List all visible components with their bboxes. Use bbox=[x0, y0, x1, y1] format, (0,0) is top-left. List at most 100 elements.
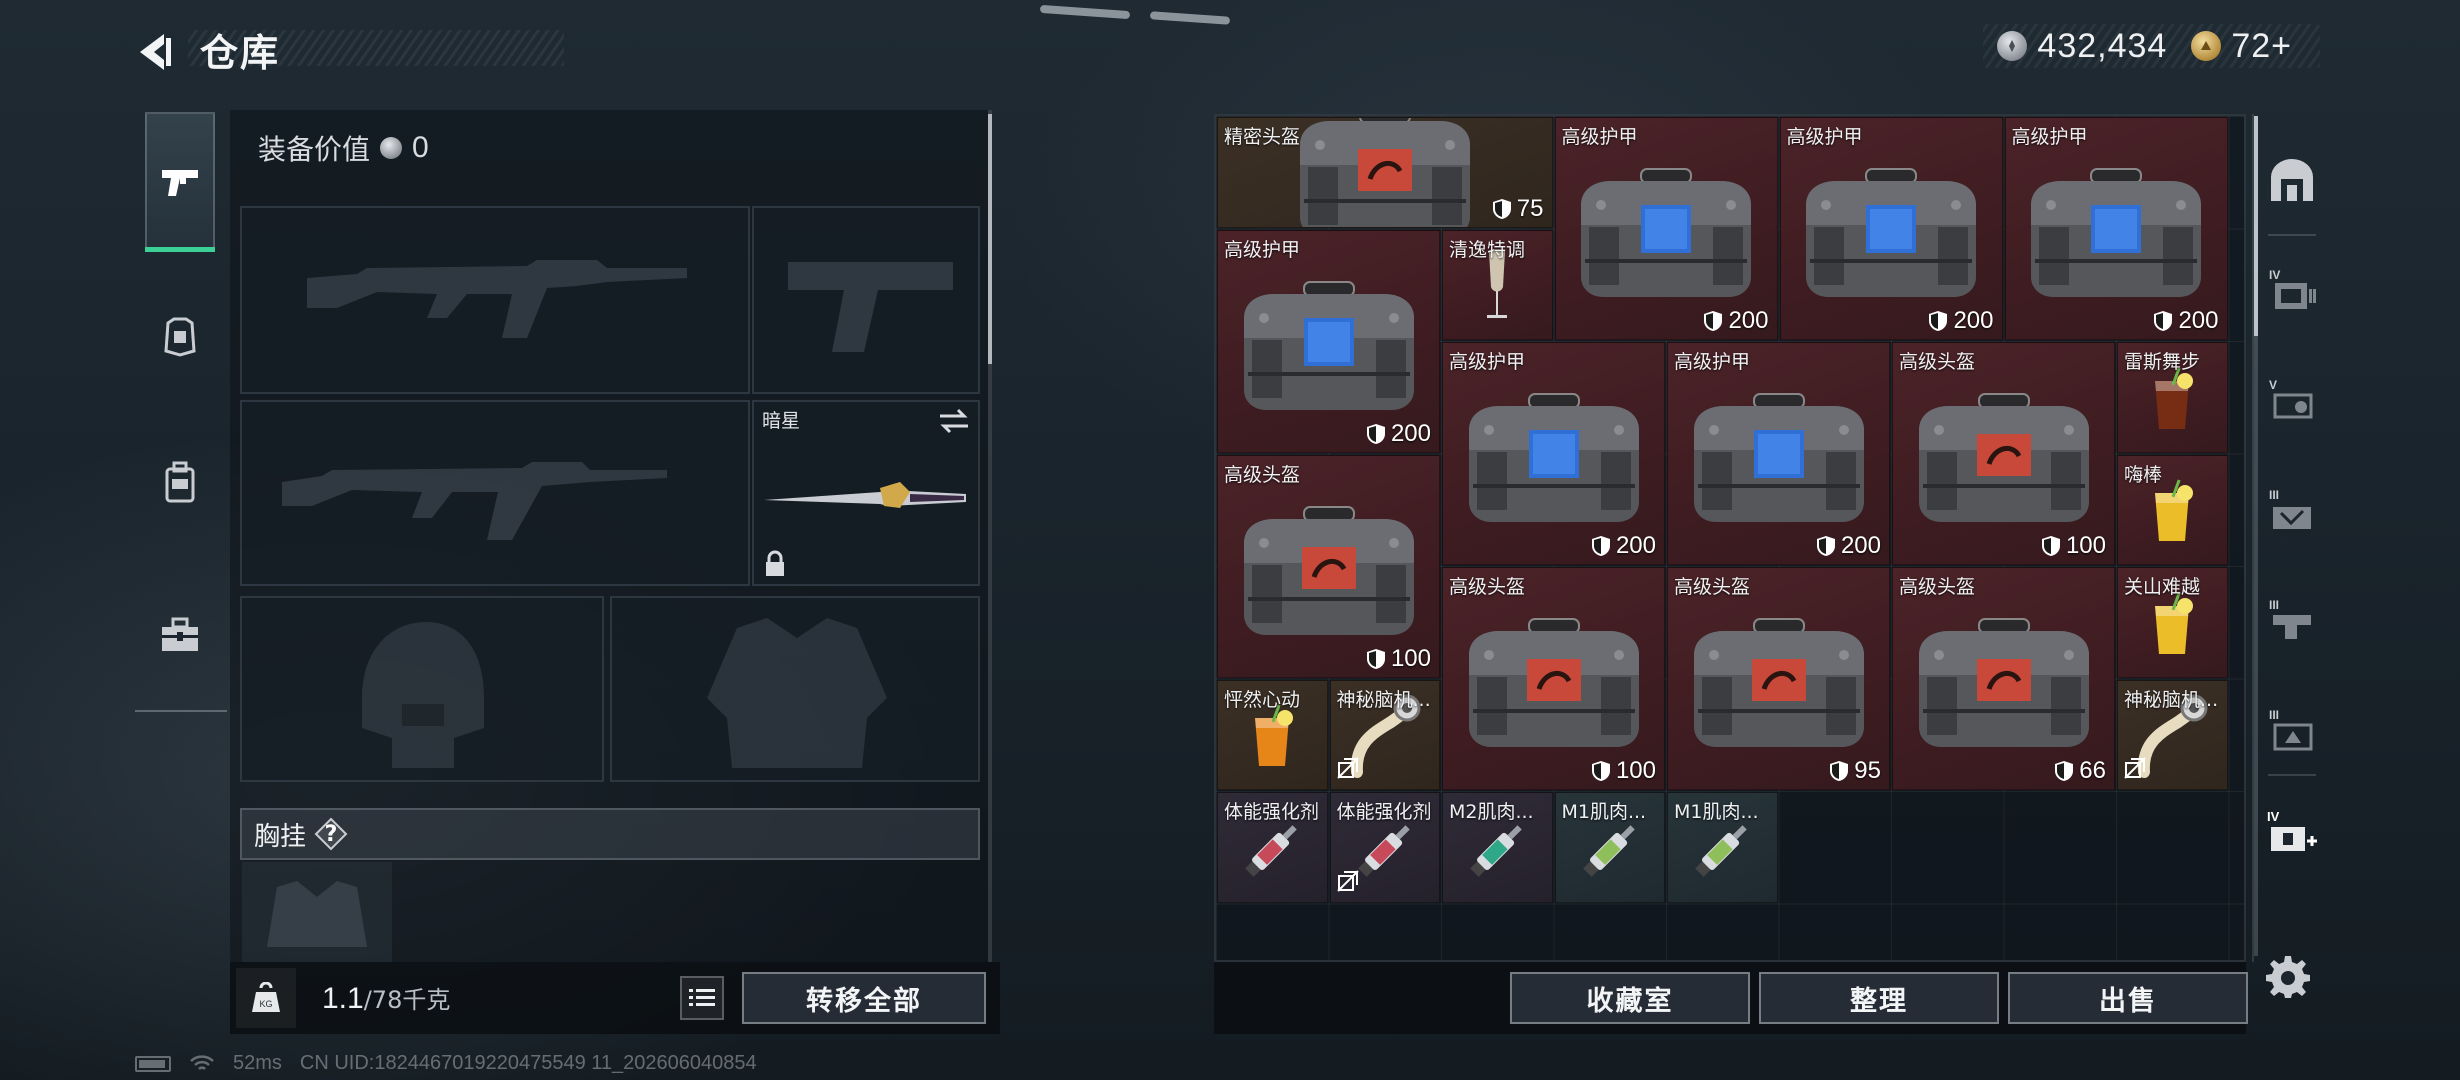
swap-icon[interactable] bbox=[938, 408, 970, 434]
stash-item[interactable]: 体能强化剂 bbox=[1329, 792, 1440, 903]
durability-readout: 200 bbox=[1591, 532, 1656, 560]
list-view-button[interactable] bbox=[680, 976, 724, 1020]
weight-icon: KG bbox=[252, 982, 280, 1012]
stash-item[interactable]: 雷斯舞步 bbox=[2117, 342, 2228, 453]
stash-item[interactable]: M1肌肉... bbox=[1667, 792, 1778, 903]
primary-weapon-slot-2[interactable] bbox=[240, 400, 750, 586]
rtab-v-gun[interactable]: V bbox=[2264, 372, 2320, 428]
tab-separator bbox=[2268, 774, 2316, 776]
durability-value: 200 bbox=[1728, 307, 1769, 334]
stash-item[interactable]: 高级头盔 95 bbox=[1667, 567, 1890, 790]
primary-weapon-slot-1[interactable] bbox=[240, 206, 750, 394]
stash-item[interactable]: M1肌肉... bbox=[1554, 792, 1665, 903]
rtab-iii-case[interactable]: III bbox=[2264, 482, 2320, 538]
lock-icon bbox=[766, 550, 784, 576]
weight-readout: 1.1/78千克 bbox=[322, 980, 450, 1016]
gold-coin-icon bbox=[2191, 31, 2222, 61]
durability-value: 200 bbox=[1953, 307, 1994, 334]
item-image bbox=[2021, 165, 2211, 309]
item-name: 体能强化剂 bbox=[1336, 801, 1432, 823]
helmet-slot[interactable] bbox=[240, 596, 604, 782]
melee-slot[interactable]: 暗星 bbox=[752, 400, 980, 586]
left-category-tabs bbox=[135, 112, 227, 712]
bg-light-stripe bbox=[1149, 11, 1231, 25]
gold-currency-value[interactable]: 72+ bbox=[2231, 27, 2292, 66]
shield-icon bbox=[2041, 535, 2061, 557]
rtab-iv-storage[interactable]: IV bbox=[2264, 262, 2320, 318]
settings-button[interactable] bbox=[2262, 950, 2314, 1002]
back-button[interactable] bbox=[128, 24, 184, 80]
shield-icon bbox=[1591, 760, 1611, 782]
stash-item[interactable]: 嗨棒 bbox=[2117, 454, 2228, 565]
item-name: 高级头盔 bbox=[1224, 463, 1301, 486]
uid-text: CN UID:1824467019220475549 11_2026060408… bbox=[299, 1052, 757, 1074]
svg-text:III: III bbox=[2269, 598, 2279, 612]
sidearm-slot[interactable] bbox=[752, 206, 980, 394]
rtab-iii-box[interactable]: III bbox=[2264, 702, 2320, 758]
durability-value: 100 bbox=[1390, 644, 1431, 672]
help-button[interactable]: ? bbox=[314, 817, 348, 851]
stash-item[interactable]: 清逸特调 bbox=[1442, 229, 1553, 340]
stash-item[interactable]: 神秘脑机... bbox=[1329, 679, 1440, 790]
loadout-scrollbar[interactable] bbox=[988, 114, 992, 364]
stash-item[interactable]: 高级护甲 200 bbox=[1442, 342, 1665, 565]
stash-item[interactable]: 高级头盔 100 bbox=[1442, 567, 1665, 790]
item-name: 神秘脑机... bbox=[2124, 688, 2219, 711]
svg-text:V: V bbox=[2269, 378, 2277, 392]
armor-slot[interactable] bbox=[610, 596, 980, 782]
transfer-all-button[interactable]: 转移全部 bbox=[742, 972, 986, 1024]
list-icon bbox=[689, 989, 715, 1006]
stash-item[interactable]: 关山难越 bbox=[2117, 567, 2228, 678]
case-iii-icon: III bbox=[2269, 488, 2311, 529]
stash-item[interactable]: 高级头盔 66 bbox=[1892, 567, 2115, 790]
stash-item[interactable]: 高级护甲 200 bbox=[1554, 117, 1778, 340]
shield-icon bbox=[1366, 423, 1386, 445]
weight-bar: KG 1.1/78千克 转移全部 bbox=[230, 962, 1000, 1034]
ping-text: 52ms bbox=[233, 1052, 282, 1074]
stash-item[interactable]: 体能强化剂 bbox=[1217, 792, 1328, 903]
rtab-iv-medical[interactable]: IV bbox=[2264, 804, 2320, 860]
stash-item[interactable]: 高级头盔 100 bbox=[1217, 454, 1440, 678]
helmet-bag-icon bbox=[1918, 393, 2089, 523]
durability-readout: 75 bbox=[1492, 195, 1544, 223]
battery-icon bbox=[135, 1055, 171, 1072]
stash-item[interactable]: 怦然心动 bbox=[1217, 679, 1328, 790]
svg-text:III: III bbox=[2269, 488, 2279, 502]
item-name: M2肌肉... bbox=[1449, 801, 1534, 823]
rtab-iii-rack[interactable]: III bbox=[2264, 592, 2320, 648]
tab-backpack[interactable] bbox=[145, 447, 215, 517]
collection-room-button[interactable]: 收藏室 bbox=[1510, 972, 1750, 1024]
equip-value-number: 0 bbox=[412, 131, 429, 164]
rtab-all[interactable] bbox=[2264, 152, 2320, 208]
stash-item[interactable]: 高级护甲 200 bbox=[2004, 117, 2228, 340]
armor-bag-icon bbox=[1243, 280, 1414, 410]
shield-icon bbox=[1829, 760, 1849, 782]
stash-item[interactable]: 高级护甲 200 bbox=[1779, 117, 2003, 340]
stash-item[interactable]: 高级护甲 200 bbox=[1217, 229, 1440, 453]
stash-item[interactable]: 神秘脑机... bbox=[2117, 679, 2228, 790]
stash-actions: 收藏室 整理 出售 bbox=[1214, 962, 2248, 1034]
chest-rig-slot[interactable] bbox=[242, 862, 392, 962]
sell-button[interactable]: 出售 bbox=[2008, 972, 2248, 1024]
stash-item[interactable]: M2肌肉... bbox=[1442, 792, 1553, 903]
silver-coin-icon bbox=[380, 137, 403, 159]
gun-case-v-icon: V bbox=[2269, 378, 2313, 419]
svg-text:IV: IV bbox=[2267, 809, 2280, 824]
cocktail-icon bbox=[2155, 592, 2194, 654]
stash-item[interactable]: 高级头盔 100 bbox=[1892, 342, 2115, 565]
item-name: 雷斯舞步 bbox=[2124, 351, 2201, 373]
tab-weapons[interactable] bbox=[145, 112, 215, 252]
svg-text:IV: IV bbox=[2269, 268, 2280, 282]
sort-button[interactable]: 整理 bbox=[1759, 972, 1999, 1024]
tab-armor[interactable] bbox=[145, 302, 215, 372]
rifle-silhouette-icon bbox=[307, 260, 687, 338]
melee-name: 暗星 bbox=[762, 410, 801, 432]
stash-item[interactable]: 精密头盔 75 bbox=[1217, 117, 1553, 228]
currency-display: 432,434 72+ bbox=[1983, 24, 2320, 68]
tab-supplies[interactable] bbox=[145, 600, 215, 670]
stash-item[interactable]: 高级护甲 200 bbox=[1667, 342, 1890, 565]
shield-icon bbox=[2054, 760, 2074, 782]
storage-iv-icon: IV bbox=[2269, 268, 2316, 309]
durability-value: 95 bbox=[1854, 757, 1881, 784]
shield-icon bbox=[1492, 198, 1512, 220]
